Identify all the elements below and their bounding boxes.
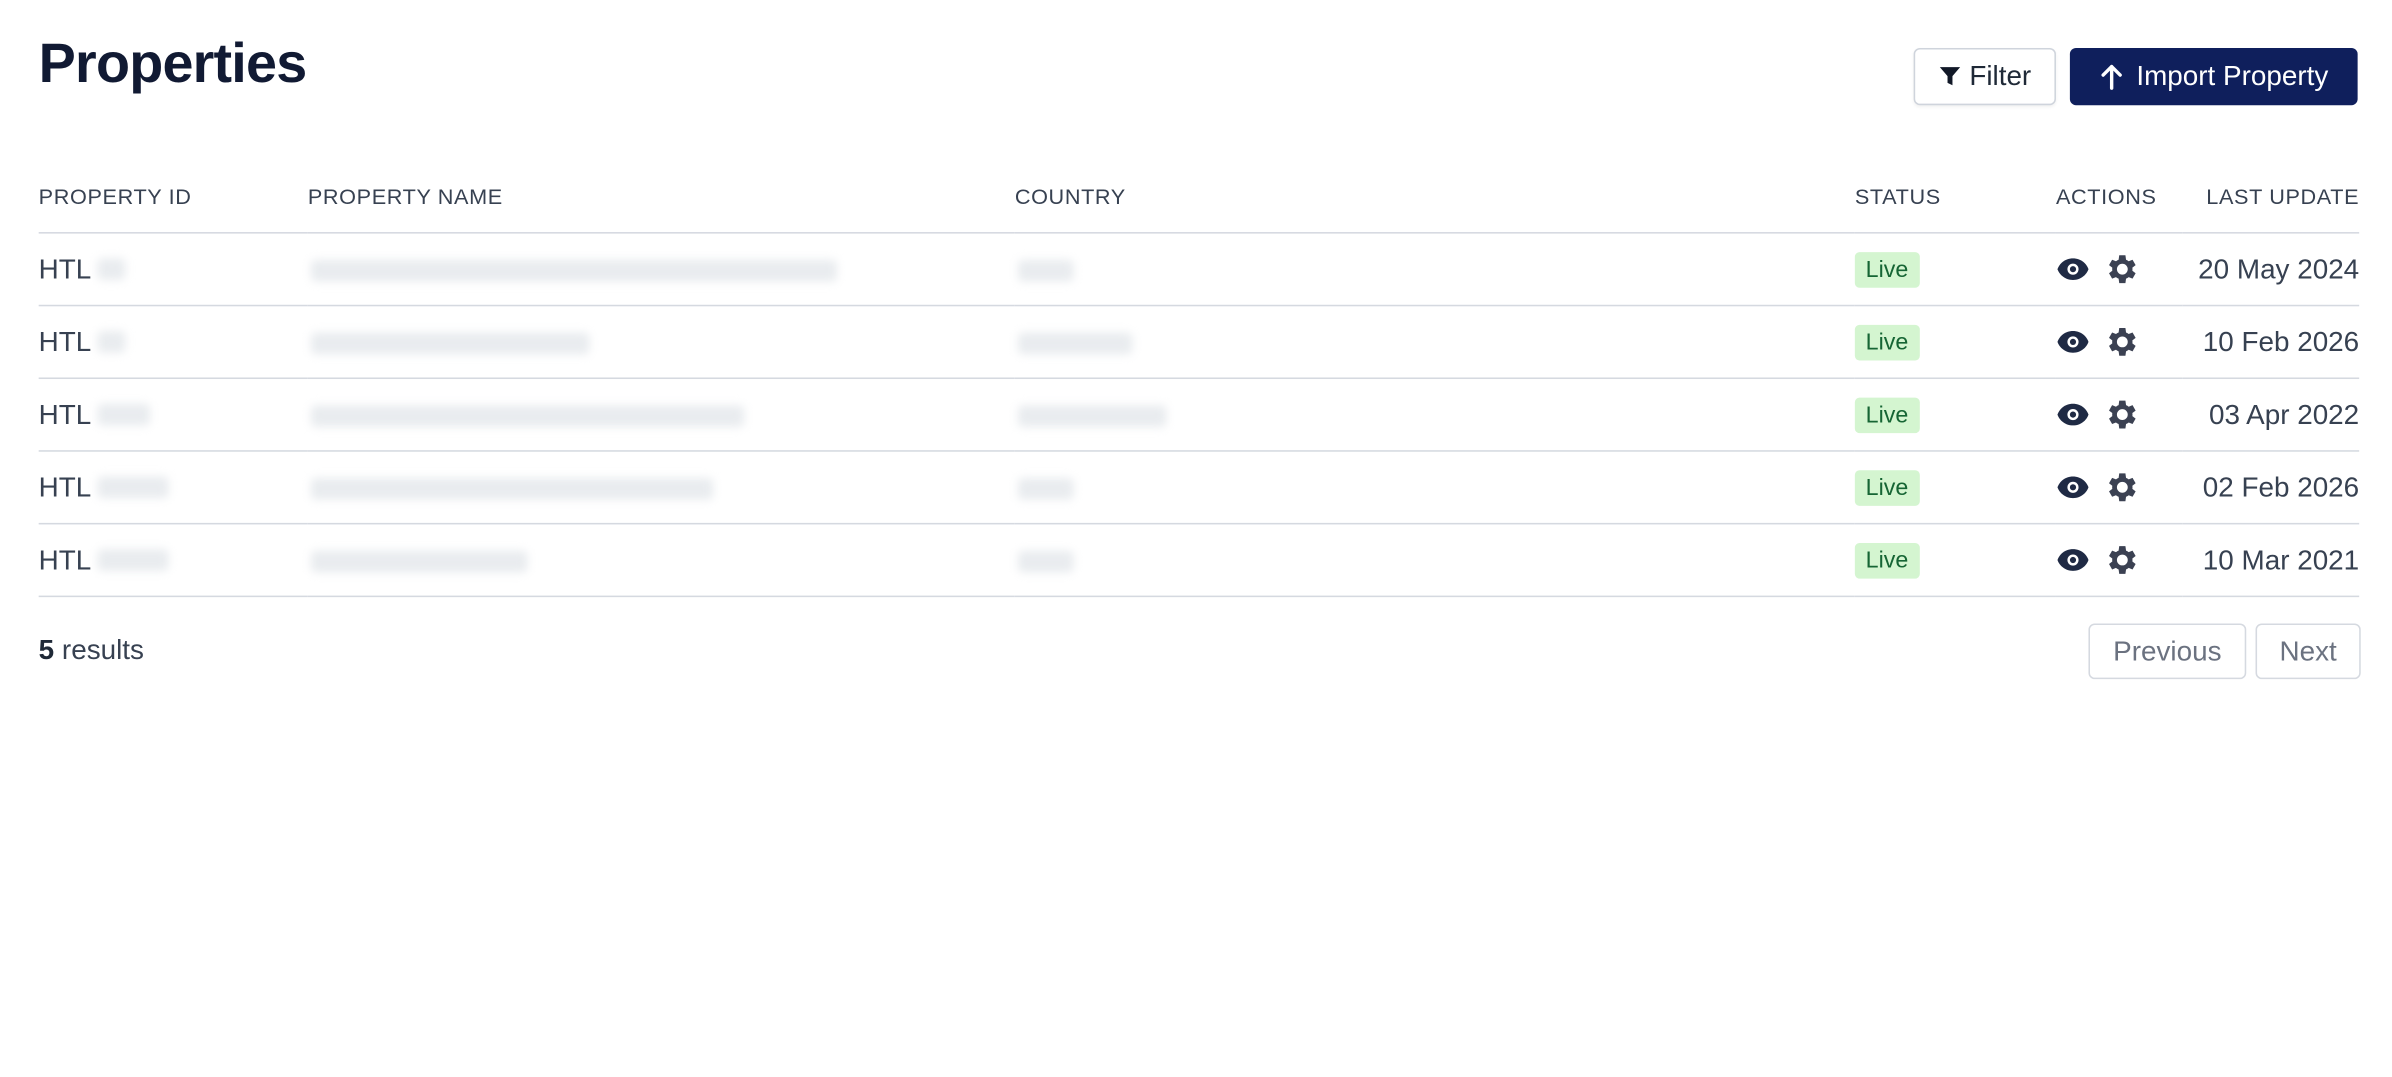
property-id-prefix: HTL <box>38 252 92 284</box>
page: Properties Filter Import Property PROPER… <box>0 0 2392 1077</box>
filter-button-label: Filter <box>1969 60 2032 92</box>
redacted-country <box>1017 259 1074 282</box>
table-header-row: PROPERTY ID PROPERTY NAME COUNTRY STATUS… <box>38 160 2360 234</box>
next-page-button[interactable]: Next <box>2255 623 2361 680</box>
column-header-country: COUNTRY <box>1014 160 1855 234</box>
eye-icon[interactable] <box>2056 402 2090 427</box>
actions-cell <box>2055 523 2183 598</box>
gear-icon[interactable] <box>2102 541 2139 578</box>
redacted-property-id <box>97 403 151 426</box>
results-count: 5 results <box>39 634 144 666</box>
property-name-cell <box>307 523 1015 598</box>
arrow-up-icon <box>2099 63 2124 91</box>
table-row[interactable]: HTL Live 03 Apr 2022 <box>38 378 2360 452</box>
eye-icon[interactable] <box>2056 548 2090 573</box>
filter-button[interactable]: Filter <box>1913 47 2056 106</box>
import-property-label: Import Property <box>2136 60 2329 92</box>
eye-icon[interactable] <box>2056 475 2090 500</box>
actions-cell <box>2055 232 2183 307</box>
redacted-country <box>1017 332 1133 354</box>
previous-page-button[interactable]: Previous <box>2088 623 2247 680</box>
country-cell <box>1014 378 1855 452</box>
actions-cell <box>2055 305 2183 380</box>
properties-table: PROPERTY ID PROPERTY NAME COUNTRY STATUS… <box>38 160 2360 598</box>
country-cell <box>1014 232 1855 307</box>
property-id-cell: HTL <box>38 305 308 380</box>
property-name-cell <box>307 378 1015 452</box>
properties-view: Properties Filter Import Property PROPER… <box>0 0 2392 696</box>
eye-icon[interactable] <box>2056 330 2090 355</box>
column-header-actions: ACTIONS <box>2055 160 2183 234</box>
redacted-property-name <box>310 332 590 354</box>
status-cell: Live <box>1854 378 2056 452</box>
table-row[interactable]: HTL Live 10 Mar 2021 <box>38 523 2360 598</box>
redacted-property-name <box>310 477 714 500</box>
status-cell: Live <box>1854 305 2056 380</box>
last-update-cell: 02 Feb 2026 <box>2182 450 2360 525</box>
property-id-prefix: HTL <box>38 398 92 430</box>
redacted-country <box>1017 477 1074 500</box>
last-update-cell: 10 Mar 2021 <box>2182 523 2360 598</box>
gear-icon[interactable] <box>2102 396 2139 433</box>
gear-icon[interactable] <box>2102 323 2139 360</box>
status-cell: Live <box>1854 232 2056 307</box>
column-header-last-update: LAST UPDATE <box>2182 160 2360 234</box>
property-id-prefix: HTL <box>38 543 92 575</box>
property-name-cell <box>307 305 1015 380</box>
actions-cell <box>2055 378 2183 452</box>
redacted-property-name <box>310 550 528 573</box>
results-label: results <box>61 634 144 666</box>
property-id-prefix: HTL <box>38 325 92 357</box>
eye-icon[interactable] <box>2056 257 2090 282</box>
gear-icon[interactable] <box>2102 251 2139 288</box>
property-name-cell <box>307 450 1015 525</box>
last-update-cell: 10 Feb 2026 <box>2182 305 2360 380</box>
country-cell <box>1014 523 1855 598</box>
property-name-cell <box>307 232 1015 307</box>
country-cell <box>1014 450 1855 525</box>
page-title: Properties <box>38 30 308 95</box>
country-cell <box>1014 305 1855 380</box>
redacted-property-id <box>97 331 126 353</box>
import-property-button[interactable]: Import Property <box>2069 47 2358 106</box>
status-badge: Live <box>1854 396 1920 433</box>
status-badge: Live <box>1854 251 1920 287</box>
redacted-property-name <box>310 259 837 282</box>
redacted-property-id <box>97 258 126 281</box>
property-id-cell: HTL <box>38 378 308 452</box>
redacted-country <box>1017 404 1167 427</box>
redacted-country <box>1017 550 1074 573</box>
column-header-property-id: PROPERTY ID <box>38 160 308 234</box>
results-number: 5 <box>38 634 55 666</box>
column-header-property-name: PROPERTY NAME <box>307 160 1015 234</box>
property-id-cell: HTL <box>38 232 308 307</box>
status-cell: Live <box>1854 450 2056 525</box>
redacted-property-id <box>97 476 169 499</box>
last-update-cell: 03 Apr 2022 <box>2182 378 2360 452</box>
actions-cell <box>2055 450 2183 525</box>
redacted-property-name <box>310 404 745 427</box>
property-id-cell: HTL <box>38 523 308 598</box>
gear-icon[interactable] <box>2102 469 2139 506</box>
status-cell: Live <box>1854 523 2056 598</box>
status-badge: Live <box>1854 469 1920 506</box>
status-badge: Live <box>1854 324 1920 360</box>
status-badge: Live <box>1854 542 1920 578</box>
redacted-property-id <box>97 549 169 571</box>
column-header-status: STATUS <box>1854 160 2056 234</box>
table-row[interactable]: HTL Live 10 Feb 2026 <box>38 305 2360 380</box>
property-id-prefix: HTL <box>38 471 92 503</box>
filter-icon <box>1938 65 1961 88</box>
property-id-cell: HTL <box>38 450 308 525</box>
table-row[interactable]: HTL Live 02 Feb 2026 <box>38 450 2360 525</box>
table-row[interactable]: HTL Live 20 May 2024 <box>38 232 2360 307</box>
last-update-cell: 20 May 2024 <box>2182 232 2360 307</box>
